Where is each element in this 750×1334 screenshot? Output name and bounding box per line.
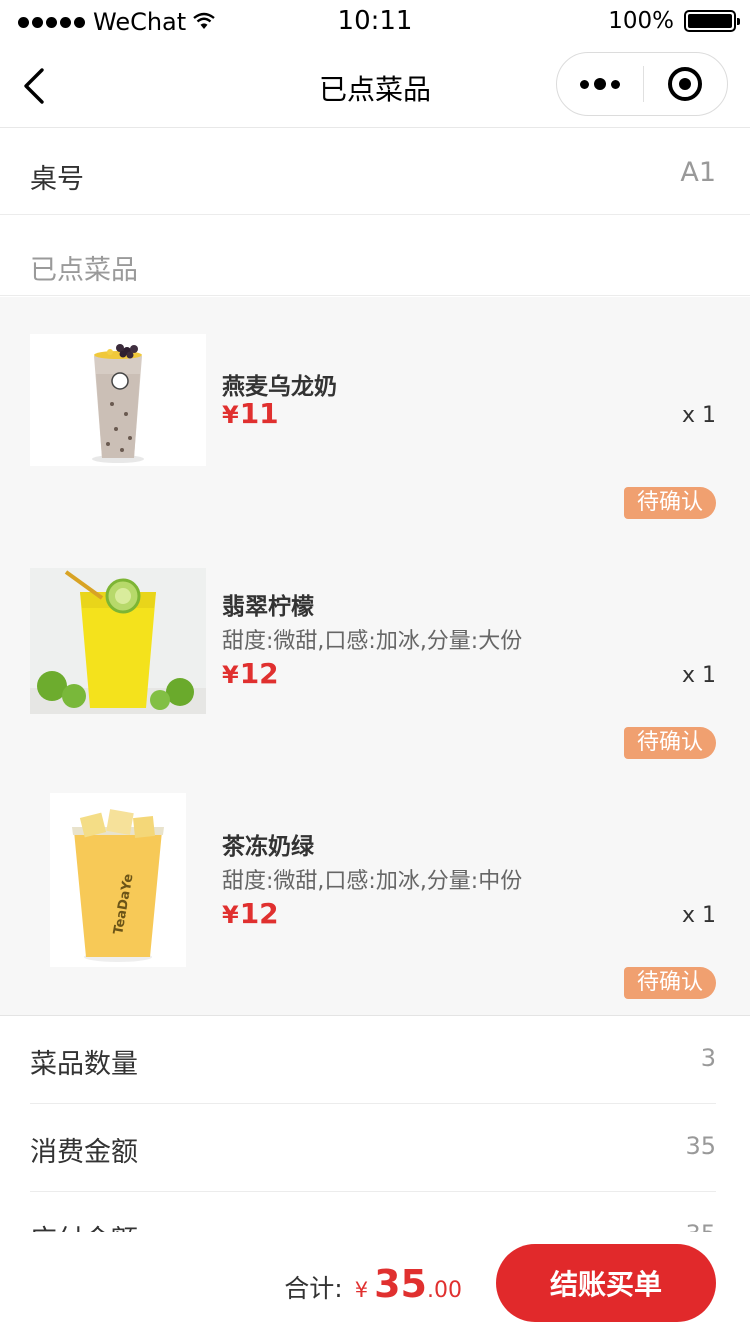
- status-badge: 待确认: [624, 487, 716, 519]
- target-dot: [679, 78, 692, 90]
- battery-percent: 100%: [608, 8, 674, 34]
- item-quantity: x 1: [681, 903, 716, 928]
- section-title: 已点菜品: [30, 255, 138, 286]
- more-dot-right: [610, 79, 620, 89]
- tea-jelly-cup-photo: TeaDaYe: [50, 793, 186, 967]
- table-number-row: 桌号 A1: [0, 129, 750, 215]
- total-amount: 合计: ¥ 35 .00: [284, 1262, 462, 1306]
- item-price-currency: ¥: [222, 401, 239, 429]
- item-quantity: x 1: [681, 403, 716, 428]
- item-price: ¥12: [222, 897, 279, 930]
- summary-value: 3: [700, 1044, 716, 1072]
- item-name: 燕麦乌龙奶: [222, 374, 337, 400]
- item-price-value: 11: [239, 397, 279, 430]
- table-label: 桌号: [30, 164, 84, 195]
- battery-fill: [688, 14, 732, 28]
- table-value: A1: [680, 157, 716, 188]
- summary-label: 消费金额: [30, 1137, 138, 1168]
- list-item: TeaDaYe 茶冻奶绿 甜度:微甜,口感:加冰,分量:中份 ¥12 x 1 待…: [0, 777, 750, 1017]
- item-price-currency: ¥: [222, 901, 239, 929]
- more-button[interactable]: [557, 53, 643, 115]
- item-spec: 甜度:微甜,口感:加冰,分量:中份: [222, 869, 523, 894]
- ordered-section-header: 已点菜品: [0, 216, 750, 296]
- summary-item-count-row: 菜品数量 3: [30, 1016, 716, 1104]
- item-spec: 甜度:微甜,口感:加冰,分量:大份: [222, 629, 523, 654]
- item-quantity: x 1: [681, 663, 716, 688]
- status-badge: 待确认: [624, 967, 716, 999]
- total-decimal: .00: [427, 1278, 462, 1303]
- item-price-currency: ¥: [222, 661, 239, 689]
- mini-program-capsule: [556, 52, 728, 116]
- checkout-button[interactable]: 结账买单: [496, 1244, 716, 1322]
- more-dot-center: [593, 78, 606, 90]
- milk-tea-cup-photo: [30, 334, 206, 466]
- lemon-drink-photo: [30, 568, 206, 714]
- more-dots-icon: [579, 79, 589, 89]
- battery-icon: [684, 10, 740, 32]
- summary-spend-row: 消费金额 35: [30, 1104, 716, 1192]
- summary-value: 35: [685, 1132, 716, 1160]
- list-item: 燕麦乌龙奶 ¥11 x 1 待确认: [0, 297, 750, 537]
- item-price: ¥12: [222, 657, 279, 690]
- status-bar: WeChat 10:11 100%: [0, 0, 750, 44]
- status-badge: 待确认: [624, 727, 716, 759]
- total-label: 合计:: [284, 1274, 343, 1303]
- status-right: 100%: [608, 8, 740, 34]
- item-name: 茶冻奶绿: [222, 834, 314, 860]
- checkout-bar: 合计: ¥ 35 .00 结账买单: [0, 1232, 750, 1334]
- item-price: ¥11: [222, 397, 279, 430]
- nav-bar: 已点菜品: [0, 44, 750, 128]
- summary-label: 菜品数量: [30, 1049, 138, 1080]
- close-button[interactable]: [644, 53, 728, 115]
- item-name: 翡翠柠檬: [222, 594, 314, 620]
- total-integer: 35: [374, 1262, 427, 1306]
- item-price-value: 12: [239, 657, 279, 690]
- list-item: 翡翠柠檬 甜度:微甜,口感:加冰,分量:大份 ¥12 x 1 待确认: [0, 537, 750, 777]
- order-list: 燕麦乌龙奶 ¥11 x 1 待确认 翡翠柠檬 甜度:微甜,口感:加冰,分量:大份…: [0, 297, 750, 1016]
- total-currency: ¥: [354, 1278, 369, 1302]
- target-circle-icon: [668, 67, 703, 101]
- item-price-value: 12: [239, 897, 279, 930]
